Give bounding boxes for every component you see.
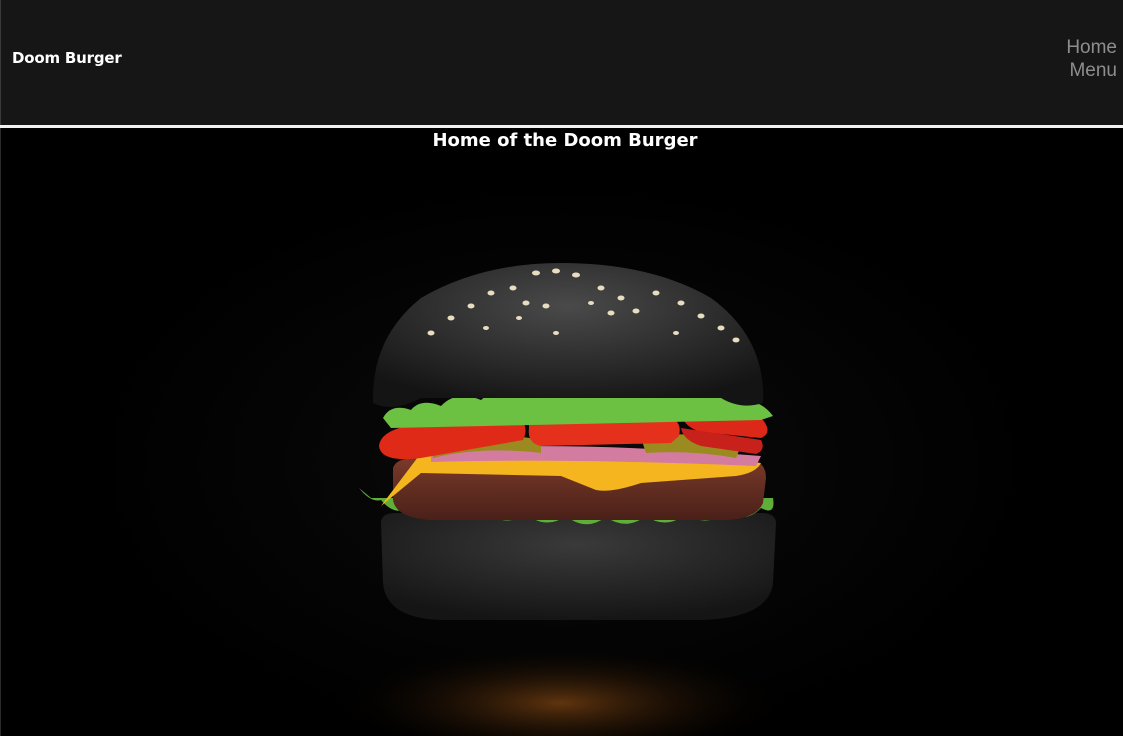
- site-header: Doom Burger Home Menu: [0, 0, 1123, 125]
- burger-image: [331, 263, 791, 736]
- main-nav: Home Menu: [1066, 36, 1117, 82]
- hero-title: Home of the Doom Burger: [432, 130, 698, 151]
- hero-section: Home of the Doom Burger: [0, 128, 1123, 736]
- nav-link-home[interactable]: Home: [1066, 36, 1117, 59]
- nav-link-menu[interactable]: Menu: [1069, 59, 1117, 82]
- brand-logo-link[interactable]: Doom Burger: [12, 49, 122, 67]
